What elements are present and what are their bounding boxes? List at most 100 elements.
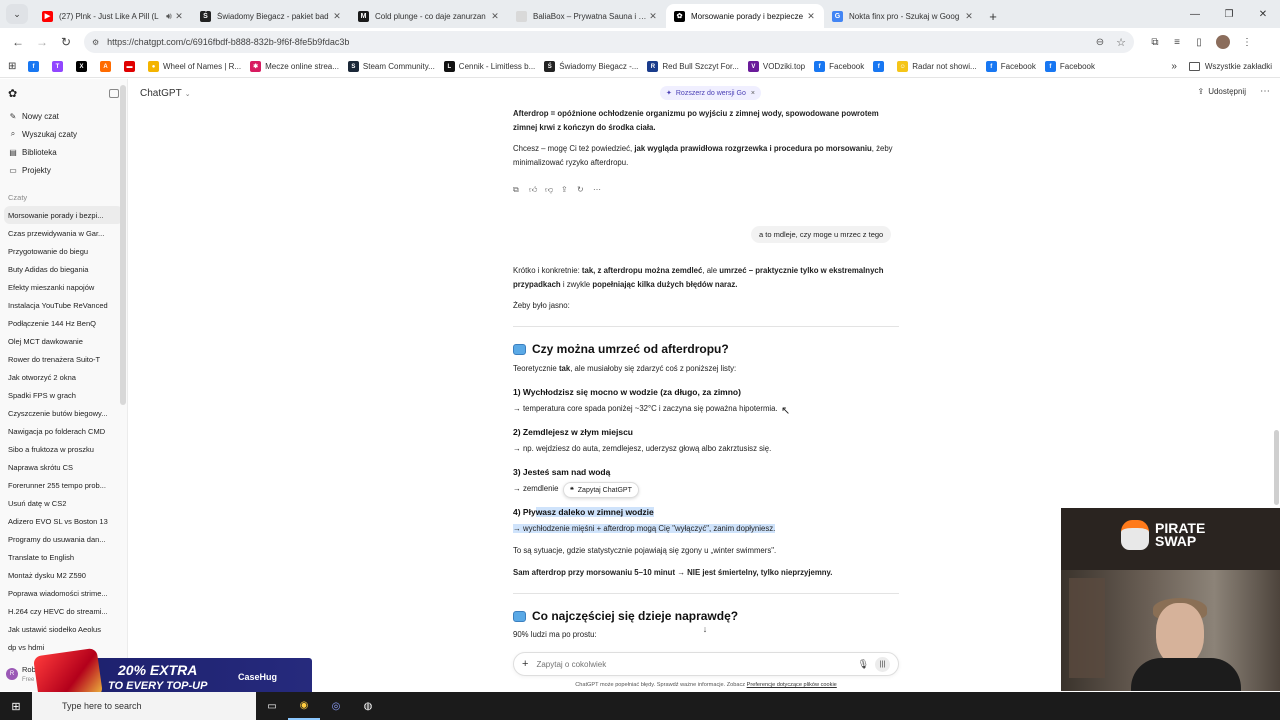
site-info-icon[interactable]: ⚙	[92, 38, 99, 47]
close-tab-icon[interactable]: ✕	[806, 11, 816, 22]
bookmark-item[interactable]: f Facebook	[814, 61, 864, 72]
discord-icon[interactable]: ◎	[320, 692, 352, 720]
browser-tab[interactable]: ▶ (27) Plnk - Just Like A Pill (L 🔊︎ ✕	[34, 4, 192, 28]
bookmark-item[interactable]: ▬	[124, 61, 139, 72]
browser-menu-icon[interactable]: ⋮	[1236, 37, 1258, 48]
sidebar-chat-item[interactable]: Czyszczenie butów biegowy...	[0, 404, 127, 422]
apps-icon[interactable]: ⊞	[8, 61, 19, 72]
taskbar-search[interactable]: Type here to search	[32, 692, 256, 720]
minimize-icon[interactable]: —	[1178, 9, 1212, 20]
browser-tab[interactable]: Ś Świadomy Biegacz - pakiet bad ✕	[192, 4, 350, 28]
terminal-icon[interactable]: ▭	[256, 692, 288, 720]
tab-search-button[interactable]: ⌄	[6, 4, 28, 24]
sidebar-chat-item[interactable]: Programy do usuwania dan...	[0, 530, 127, 548]
more-icon[interactable]: ⋯	[593, 183, 609, 197]
sidebar-toggle-icon[interactable]	[109, 88, 119, 98]
bookmark-item[interactable]: L Cennik - Limitless b...	[443, 61, 535, 72]
bookmark-item[interactable]: f	[873, 61, 888, 72]
sidebar-chat-item[interactable]: Buty Adidas do biegania	[0, 260, 127, 278]
bookmark-item[interactable]: X	[76, 61, 91, 72]
sidebar-chat-item[interactable]: Przygotowanie do biegu	[0, 242, 127, 260]
sidebar-chat-item[interactable]: Poprawa wiadomości strime...	[0, 584, 127, 602]
thumbs-up-icon[interactable]: 👍︎	[529, 183, 545, 197]
reload-button[interactable]: ↻	[54, 30, 78, 54]
close-window-icon[interactable]: ✕	[1246, 9, 1280, 20]
media-icon[interactable]: ≡	[1166, 37, 1188, 48]
model-selector[interactable]: ChatGPT ⌄	[140, 88, 191, 99]
openai-logo-icon[interactable]: ✿	[8, 87, 17, 100]
close-tab-icon[interactable]: ✕	[490, 11, 500, 22]
bookmark-item[interactable]: R Red Bull Szczyt For...	[647, 61, 739, 72]
sidebar-nav-item[interactable]: ▭ Projekty	[0, 161, 127, 179]
sidebar-chat-item[interactable]: Adizero EVO SL vs Boston 13	[0, 512, 127, 530]
sidebar-chat-item[interactable]: Translate to English	[0, 548, 127, 566]
share-button[interactable]: ⇪ Udostępnij	[1197, 87, 1246, 96]
sidebar-chat-item[interactable]: Montaż dysku M2 Z590	[0, 566, 127, 584]
bookmark-item[interactable]: A	[100, 61, 115, 72]
sidebar-nav-item[interactable]: ✎ Nowy czat	[0, 107, 127, 125]
bookmark-item[interactable]: f Facebook	[1044, 61, 1095, 72]
split-icon[interactable]: ▯	[1188, 37, 1210, 48]
bookmark-item[interactable]: V VODziki.top	[747, 61, 805, 72]
microphone-icon[interactable]: 🎙︎	[858, 659, 869, 670]
regenerate-icon[interactable]: ↻	[577, 183, 593, 197]
close-icon[interactable]: ×	[751, 90, 755, 97]
start-icon[interactable]: ⊞	[0, 692, 32, 720]
upgrade-pill[interactable]: ✦ Rozszerz do wersji Go ×	[660, 86, 761, 100]
ask-chatgpt-popup[interactable]: ❝ Zapytaj ChatGPT	[563, 482, 639, 498]
forward-button[interactable]: →	[30, 30, 54, 54]
chrome-icon[interactable]: ◉	[288, 692, 320, 720]
new-tab-button[interactable]: +	[982, 5, 1004, 27]
share-icon[interactable]: ⇪	[561, 183, 577, 197]
bookmark-item[interactable]: f Facebook	[985, 61, 1036, 72]
voice-mode-icon[interactable]: |||	[875, 656, 890, 672]
back-button[interactable]: ←	[6, 30, 30, 54]
more-options-icon[interactable]: ⋯	[1260, 86, 1270, 97]
copy-icon[interactable]: ⧉	[513, 183, 529, 197]
all-bookmarks-folder[interactable]: Wszystkie zakładki	[1188, 62, 1272, 71]
sidebar-chat-item[interactable]: Sibo a fruktoza w proszku	[0, 440, 127, 458]
sidebar-chat-item[interactable]: Nawigacja po folderach CMD	[0, 422, 127, 440]
sidebar-nav-item[interactable]: ▤ Biblioteka	[0, 143, 127, 161]
address-bar[interactable]: ⚙ https://chatgpt.com/c/6916fbdf-b888-83…	[84, 31, 1134, 53]
sidebar-chat-item[interactable]: Efekty mieszanki napojów	[0, 278, 127, 296]
sidebar-chat-item[interactable]: Podłączenie 144 Hz BenQ	[0, 314, 127, 332]
sidebar-chat-item[interactable]: Usuń datę w CS2	[0, 494, 127, 512]
bookmark-item[interactable]: ● Wheel of Names | R...	[148, 61, 241, 72]
sidebar-chat-item[interactable]: Forerunner 255 tempo prob...	[0, 476, 127, 494]
bookmark-item[interactable]: Ś Świadomy Biegacz -...	[544, 61, 638, 72]
extensions-icon[interactable]: ⧉	[1144, 37, 1166, 48]
close-tab-icon[interactable]: ✕	[174, 11, 184, 22]
bookmark-item[interactable]: S Steam Community...	[347, 61, 435, 72]
sidebar-nav-item[interactable]: ⌕ Wyszukaj czaty	[0, 125, 127, 143]
cookie-preferences-link[interactable]: Preferencje dotyczące plików cookie	[747, 682, 837, 688]
main-scrollbar[interactable]	[1274, 430, 1279, 505]
audio-icon[interactable]: 🔊︎	[164, 11, 174, 22]
attach-plus-icon[interactable]: +	[522, 658, 528, 670]
restore-icon[interactable]: ❐	[1212, 9, 1246, 20]
sidebar-chat-item[interactable]: Spadki FPS w grach	[0, 386, 127, 404]
scroll-down-icon[interactable]: ↓	[699, 623, 711, 635]
obs-icon[interactable]: ◍	[352, 692, 384, 720]
bookmarks-more-icon[interactable]: »	[1171, 61, 1177, 72]
browser-tab[interactable]: BaliaBox – Prywatna Sauna i Bal ✕	[508, 4, 666, 28]
bookmark-item[interactable]: ✱ Mecze online strea...	[250, 61, 339, 72]
close-tab-icon[interactable]: ✕	[964, 11, 974, 22]
close-tab-icon[interactable]: ✕	[332, 11, 342, 22]
browser-tab[interactable]: M Cold plunge - co daje zanurzan ✕	[350, 4, 508, 28]
sidebar-chat-item[interactable]: Naprawa skrótu CS	[0, 458, 127, 476]
bookmark-star-icon[interactable]: ☆	[1116, 36, 1126, 49]
prompt-input[interactable]	[536, 659, 858, 669]
close-tab-icon[interactable]: ✕	[648, 11, 658, 22]
zoom-icon[interactable]: ⊖	[1096, 37, 1104, 48]
bookmark-item[interactable]: f	[28, 61, 43, 72]
browser-tab[interactable]: ✿ Morsowanie porady i bezpiecze ✕	[666, 4, 824, 28]
bookmark-item[interactable]: ☺ Radar not showi...	[897, 61, 977, 72]
sidebar-chat-item[interactable]: Jak ustawić siodełko Aeolus	[0, 620, 127, 638]
sidebar-chat-item[interactable]: Rower do trenażera Suito-T	[0, 350, 127, 368]
profile-avatar[interactable]	[1216, 35, 1230, 49]
sidebar-chat-item[interactable]: H.264 czy HEVC do streami...	[0, 602, 127, 620]
sidebar-chat-item[interactable]: Morsowanie porady i bezpi...	[4, 206, 123, 224]
sidebar-chat-item[interactable]: Instalacja YouTube ReVanced	[0, 296, 127, 314]
sidebar-chat-item[interactable]: Olej MCT dawkowanie	[0, 332, 127, 350]
